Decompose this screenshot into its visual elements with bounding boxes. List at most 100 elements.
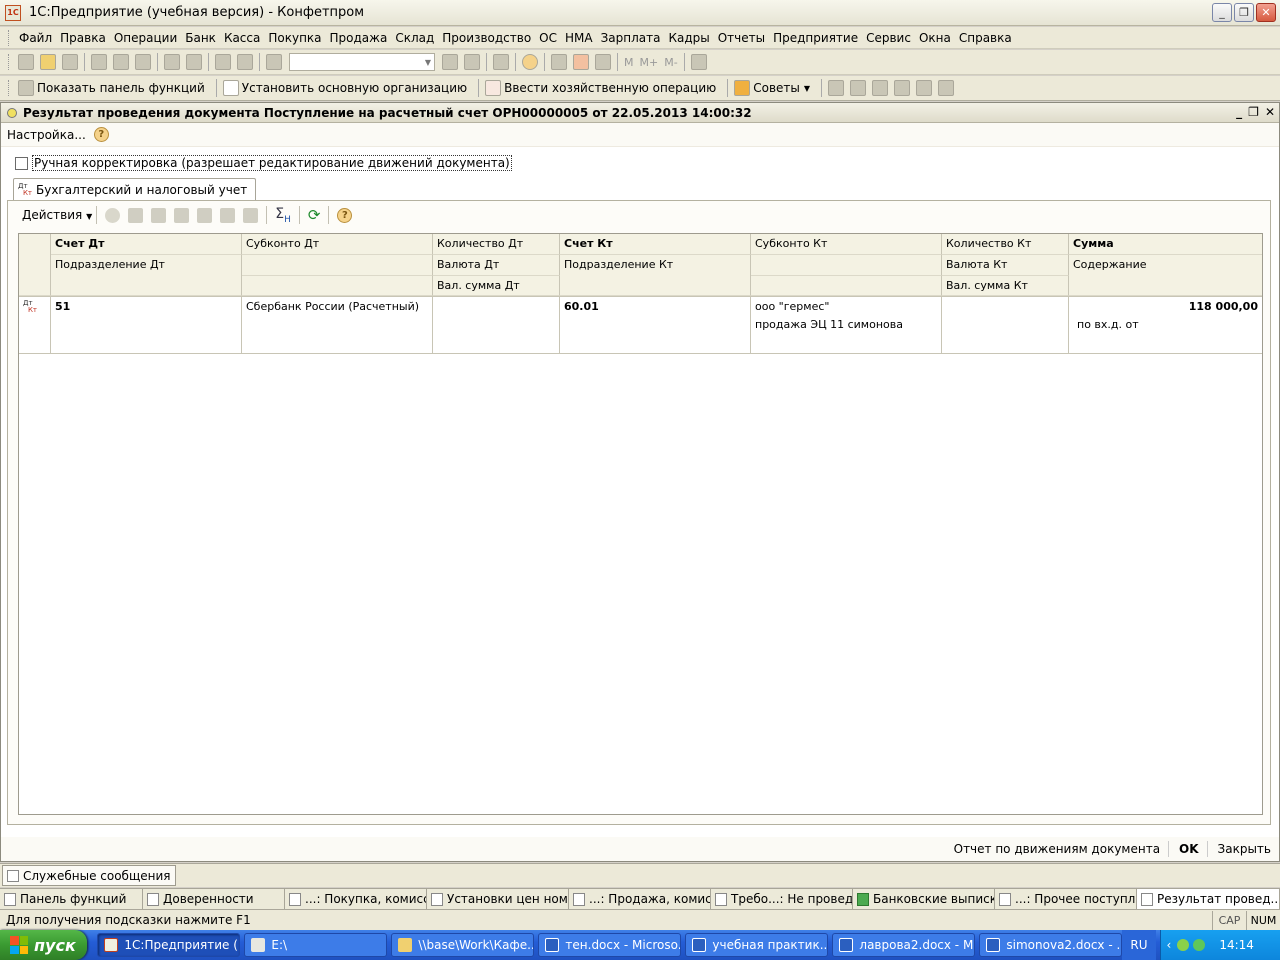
- start-button[interactable]: пуск: [0, 930, 88, 960]
- help-icon[interactable]: ?: [93, 127, 109, 142]
- cell-subkonto-kt[interactable]: ооо "гермес" продажа ЭЦ 11 симонова: [751, 297, 942, 354]
- movements-report-button[interactable]: Отчет по движениям документа: [954, 842, 1160, 856]
- menu-cash[interactable]: Касса: [220, 31, 264, 45]
- header-kol-dt[interactable]: Количество Дт: [433, 234, 560, 255]
- search-combo[interactable]: ▼: [289, 53, 435, 71]
- structure-icon[interactable]: [828, 80, 845, 96]
- header-schet-kt[interactable]: Счет Кт: [560, 234, 751, 255]
- report-settings-icon[interactable]: [938, 80, 955, 96]
- header-valsum-dt[interactable]: Вал. сумма Дт: [433, 276, 560, 296]
- taskbar-item[interactable]: 1С:Предприятие (...: [97, 933, 241, 957]
- cell-schet-kt[interactable]: 60.01: [560, 297, 751, 354]
- header-soderzhanie[interactable]: Содержание: [1069, 255, 1262, 296]
- taskbar-item[interactable]: simonova2.docx - ...: [979, 933, 1123, 957]
- delete-icon[interactable]: [174, 207, 190, 223]
- show-panel-button[interactable]: Показать панель функций: [15, 80, 205, 96]
- taskbar-item[interactable]: учебная практик...: [685, 933, 829, 957]
- header-podr-dt[interactable]: Подразделение Дт: [51, 255, 242, 296]
- menu-help[interactable]: Справка: [955, 31, 1016, 45]
- info-icon[interactable]: [522, 54, 538, 70]
- help-icon[interactable]: ?: [337, 207, 353, 223]
- report-icon[interactable]: [916, 80, 933, 96]
- menu-sales[interactable]: Продажа: [326, 31, 392, 45]
- minimize-button[interactable]: _: [1212, 3, 1232, 22]
- find-icon[interactable]: [266, 54, 282, 70]
- header-valsum-kt[interactable]: Вал. сумма Кт: [942, 276, 1069, 296]
- menu-intangibles[interactable]: НМА: [561, 31, 597, 45]
- cell-summa[interactable]: 118 000,00 по вх.д. от: [1069, 297, 1262, 354]
- close-button[interactable]: ✕: [1256, 3, 1276, 22]
- add-icon[interactable]: [105, 207, 121, 223]
- paste-icon[interactable]: [135, 54, 151, 70]
- header-subkonto-dt[interactable]: Субконто Дт: [242, 234, 433, 255]
- menu-salary[interactable]: Зарплата: [597, 31, 665, 45]
- refresh-icon[interactable]: ⟳: [308, 206, 321, 224]
- menu-windows[interactable]: Окна: [915, 31, 955, 45]
- download-icon[interactable]: [1177, 939, 1190, 951]
- menu-file[interactable]: Файл: [15, 31, 56, 45]
- window-tab-active[interactable]: Результат провед...:32: [1137, 888, 1280, 909]
- manual-correction-checkbox[interactable]: [15, 156, 28, 170]
- header-val-kt[interactable]: Валюта Кт: [942, 255, 1069, 276]
- save-icon[interactable]: [62, 54, 78, 70]
- header-kol-kt[interactable]: Количество Кт: [942, 234, 1069, 255]
- people-icon[interactable]: [872, 80, 889, 96]
- menu-purchase[interactable]: Покупка: [264, 31, 325, 45]
- menu-production[interactable]: Производство: [438, 31, 535, 45]
- window-tab[interactable]: Панель функций: [0, 888, 143, 909]
- menu-service[interactable]: Сервис: [862, 31, 915, 45]
- service-messages-tab[interactable]: Служебные сообщения: [2, 865, 176, 886]
- tab-accounting[interactable]: Дт Кт Бухгалтерский и налоговый учет: [13, 178, 257, 201]
- undo-icon[interactable]: [215, 54, 231, 70]
- memory-plus-button[interactable]: M+: [640, 56, 659, 69]
- print-preview-icon[interactable]: [186, 54, 202, 70]
- menu-enterprise[interactable]: Предприятие: [769, 31, 862, 45]
- tray-arrow-icon[interactable]: ‹: [1167, 938, 1172, 952]
- cell-kol-dt[interactable]: [433, 297, 560, 354]
- header-schet-dt[interactable]: Счет Дт: [51, 234, 242, 255]
- sum-icon[interactable]: ΣH: [275, 206, 291, 225]
- menu-edit[interactable]: Правка: [56, 31, 110, 45]
- calculator-icon[interactable]: [551, 54, 567, 70]
- memory-button[interactable]: M: [624, 56, 634, 69]
- people-icon-2[interactable]: [894, 80, 911, 96]
- window-tab[interactable]: Установки цен номе...: [427, 888, 569, 909]
- find-next-icon[interactable]: [442, 54, 458, 70]
- window-tab[interactable]: ...: Покупка, комисси...: [285, 888, 427, 909]
- taskbar-item[interactable]: E:\: [244, 933, 388, 957]
- cell-kol-kt[interactable]: [942, 297, 1069, 354]
- enter-operation-button[interactable]: Ввести хозяйственную операцию: [482, 80, 716, 96]
- header-subkonto-kt[interactable]: Субконто Кт: [751, 234, 942, 255]
- edit-icon[interactable]: [151, 207, 167, 223]
- cut-icon[interactable]: [91, 54, 107, 70]
- memory-minus-button[interactable]: M-: [664, 56, 677, 69]
- restore-button[interactable]: ❐: [1234, 3, 1254, 22]
- doc-minimize-button[interactable]: _: [1236, 105, 1242, 119]
- cell-schet-dt[interactable]: 51: [51, 297, 242, 354]
- redo-icon[interactable]: [237, 54, 253, 70]
- menu-warehouse[interactable]: Склад: [391, 31, 438, 45]
- window-tab[interactable]: Банковские выписки: [853, 888, 995, 909]
- cell-subkonto-dt[interactable]: Сбербанк России (Расчетный): [242, 297, 433, 354]
- doc-close-button[interactable]: ✕: [1265, 105, 1275, 119]
- find-prev-icon[interactable]: [464, 54, 480, 70]
- set-org-button[interactable]: Установить основную организацию: [220, 80, 467, 96]
- calendar-icon[interactable]: [573, 54, 589, 70]
- end-edit-icon[interactable]: [197, 207, 213, 223]
- actions-menu[interactable]: Действия ▼: [22, 208, 92, 222]
- menu-operations[interactable]: Операции: [110, 31, 181, 45]
- menu-bank[interactable]: Банк: [181, 31, 220, 45]
- window-tab[interactable]: ...: Прочее поступлен...: [995, 888, 1137, 909]
- tools-icon[interactable]: [690, 54, 707, 70]
- window-tab[interactable]: Доверенности: [143, 888, 285, 909]
- taskbar-item[interactable]: тен.docx - Microso...: [538, 933, 682, 957]
- manual-correction-label[interactable]: Ручная корректировка (разрешает редактир…: [32, 155, 512, 171]
- ok-button[interactable]: OK: [1179, 842, 1199, 856]
- move-down-icon[interactable]: [243, 207, 259, 223]
- open-folder-icon[interactable]: [40, 54, 56, 70]
- network-icon[interactable]: [1193, 939, 1206, 951]
- copy-row-icon[interactable]: [128, 207, 144, 223]
- new-document-icon[interactable]: [18, 54, 34, 70]
- users-icon[interactable]: [595, 54, 611, 70]
- window-tab[interactable]: ...: Продажа, комисс...: [569, 888, 711, 909]
